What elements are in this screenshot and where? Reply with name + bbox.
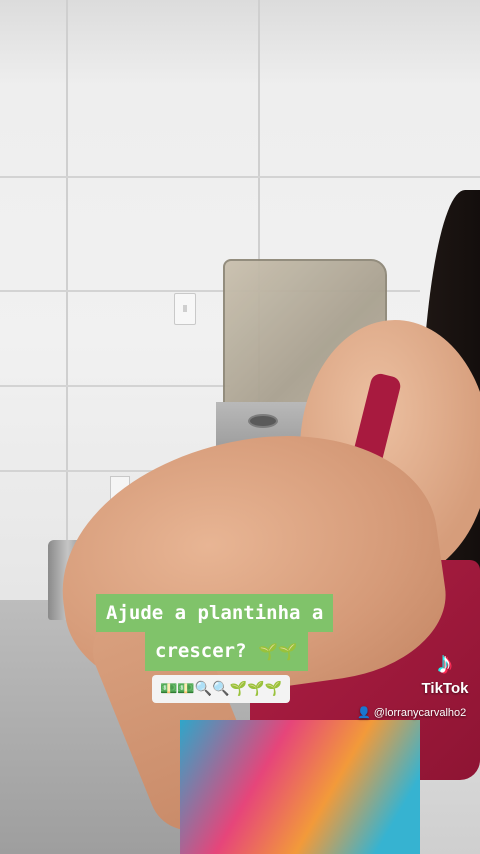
person-icon: 👤 [357, 707, 371, 719]
tile-grout-line [0, 176, 480, 178]
stove-burner [248, 414, 278, 428]
emoji-row: 💵💵🔍🔍🌱🌱🌱 [152, 675, 291, 703]
tiktok-watermark: ♪ TikTok [412, 647, 478, 698]
tile-grout-line [66, 0, 68, 600]
creator-handle[interactable]: 👤 @lorranycarvalho2 [357, 706, 466, 719]
person-skirt [180, 720, 420, 854]
caption-line-2: crescer? 🌱🌱 [145, 632, 308, 671]
tile-grout-line [0, 385, 230, 387]
caption-line-2-text: crescer? [155, 640, 247, 662]
creator-handle-text: @lorranycarvalho2 [373, 707, 467, 719]
video-frame[interactable]: Ajude a plantinha a crescer? 🌱🌱 💵💵🔍🔍🌱🌱🌱 … [0, 0, 480, 854]
tiktok-note-icon: ♪ [437, 647, 453, 680]
caption-line-1: Ajude a plantinha a [96, 594, 334, 632]
light-switch [174, 293, 196, 325]
sprout-emoji: 🌱🌱 [257, 642, 298, 661]
tiktok-brand: TikTok [421, 680, 469, 697]
